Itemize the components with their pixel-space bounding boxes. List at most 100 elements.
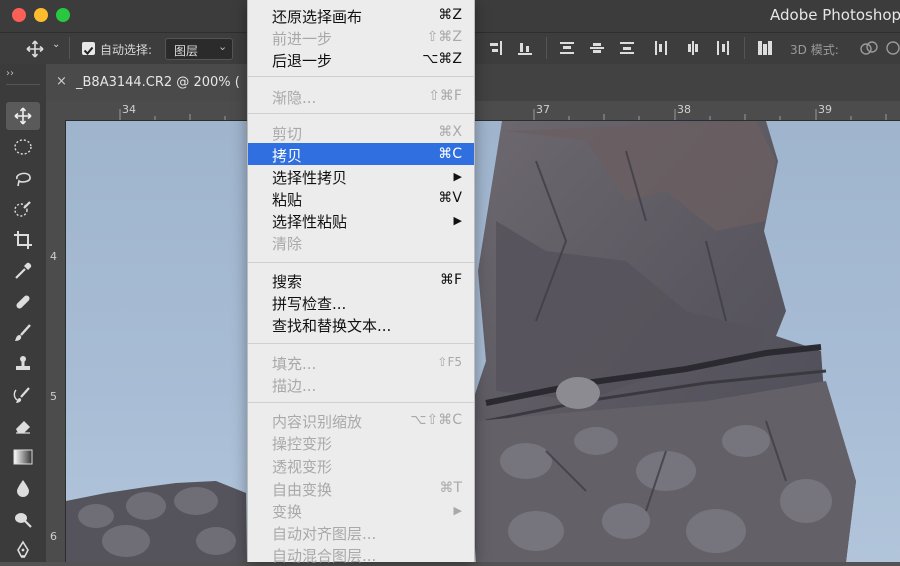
menu-item-label: 渐隐... [272, 89, 317, 107]
minimize-window-button[interactable] [34, 8, 48, 22]
close-tab-icon[interactable]: × [56, 74, 67, 89]
menu-separator [248, 113, 474, 114]
pen-icon [17, 540, 29, 558]
auto-select-label: 自动选择: [100, 43, 153, 57]
ruler-label: 5 [50, 390, 57, 403]
move-tool[interactable] [6, 102, 40, 130]
brush-icon [15, 324, 31, 341]
ruler-label: 38 [677, 103, 691, 116]
menu-item-paste[interactable]: 粘贴 ⌘V [248, 187, 474, 209]
3d-roll-icon[interactable] [884, 39, 900, 57]
menu-item-shortcut: ⌥⌘Z [422, 51, 462, 67]
menu-item-label: 还原选择画布 [272, 8, 363, 26]
healing-tool[interactable] [6, 288, 40, 316]
menu-item-shortcut: ⇧F5 [437, 355, 462, 369]
auto-select-checkbox[interactable] [82, 42, 95, 55]
align-right-icon[interactable] [488, 41, 502, 55]
menu-item-step-forward: 前进一步 ⇧⌘Z [248, 26, 474, 48]
distribute-vcenter-icon[interactable] [590, 41, 604, 55]
document-canvas[interactable] [66, 121, 900, 562]
menu-separator [248, 343, 474, 344]
menu-item-label: 粘贴 [272, 191, 303, 209]
menu-item-copy[interactable]: 拷贝 ⌘C [248, 143, 474, 165]
marquee-tool[interactable] [6, 133, 40, 161]
bandage-icon [16, 295, 30, 309]
move-icon[interactable] [26, 40, 44, 58]
menu-item-search[interactable]: 搜索 ⌘F [248, 269, 474, 291]
quick-select-icon [14, 201, 31, 217]
ellipse-marquee-icon [14, 139, 32, 155]
rock-photo [66, 121, 856, 562]
menu-item-shortcut: ⌘Z [438, 7, 462, 23]
pen-tool[interactable] [6, 536, 40, 564]
close-window-button[interactable] [12, 8, 26, 22]
history-brush-tool[interactable] [6, 381, 40, 409]
document-title: _B8A3144.CR2 @ 200% ( [76, 75, 240, 90]
menu-item-label: 剪切 [272, 125, 303, 143]
auto-select-dropdown[interactable]: 图层 ⌄ [165, 38, 233, 60]
3d-orbit-icon[interactable] [858, 39, 880, 57]
menu-item-shortcut: ⌘C [438, 146, 462, 162]
stamp-icon [16, 356, 30, 370]
menu-item-paste-special[interactable]: 选择性粘贴 ▶ [248, 209, 474, 231]
distribute-top-icon[interactable] [560, 41, 574, 55]
menu-item-label: 拼写检查... [272, 295, 347, 313]
zoom-window-button[interactable] [56, 8, 70, 22]
crop-tool[interactable] [6, 226, 40, 254]
divider [744, 37, 745, 59]
menu-item-label: 内容识别缩放 [272, 413, 363, 431]
eraser-tool[interactable] [6, 412, 40, 440]
menu-item-free-transform: 自由变换 ⌘T [248, 477, 474, 499]
history-brush-icon [13, 387, 30, 403]
quick-select-tool[interactable] [6, 195, 40, 223]
eraser-icon [16, 421, 30, 434]
menu-item-undo[interactable]: 还原选择画布 ⌘Z [248, 4, 474, 26]
vertical-ruler: 4 5 6 [46, 120, 66, 562]
submenu-arrow-icon: ▶ [453, 504, 462, 517]
menu-item-label: 清除 [272, 235, 303, 253]
divider [69, 37, 70, 59]
blur-tool[interactable] [6, 474, 40, 502]
crop-icon [14, 231, 32, 249]
tools-panel: ›› [0, 64, 47, 562]
document-tab[interactable]: × _B8A3144.CR2 @ 200% ( [46, 64, 253, 101]
collapse-panel-icon[interactable]: ›› [6, 68, 14, 79]
menu-item-label: 后退一步 [272, 52, 333, 70]
lasso-icon [16, 172, 31, 187]
tool-preset-chevron-icon[interactable]: ⌄ [52, 39, 60, 50]
menu-item-label: 查找和替换文本... [272, 317, 392, 335]
menu-item-spell-check[interactable]: 拼写检查... [248, 291, 474, 313]
gradient-tool[interactable] [6, 443, 40, 471]
align-bottom-icon[interactable] [518, 41, 532, 55]
menu-item-fade: 渐隐... ⇧⌘F [248, 85, 474, 107]
drop-icon [17, 480, 29, 497]
auto-select-value: 图层 [174, 44, 199, 58]
brush-tool[interactable] [6, 319, 40, 347]
distribute-left-icon[interactable] [654, 41, 668, 55]
menu-item-step-backward[interactable]: 后退一步 ⌥⌘Z [248, 48, 474, 70]
menu-item-puppet-warp: 操控变形 [248, 431, 474, 453]
menu-item-label: 自动混合图层... [272, 547, 377, 565]
app-title: Adobe Photoshop CC [770, 6, 900, 24]
distribute-bottom-icon[interactable] [620, 41, 634, 55]
menu-item-content-aware-scale: 内容识别缩放 ⌥⇧⌘C [248, 409, 474, 431]
menu-item-find-replace[interactable]: 查找和替换文本... [248, 313, 474, 335]
auto-align-icon[interactable] [758, 41, 772, 55]
distribute-hcenter-icon[interactable] [686, 41, 700, 55]
menu-item-copy-special[interactable]: 选择性拷贝 ▶ [248, 165, 474, 187]
menu-item-transform: 变换 ▶ [248, 499, 474, 521]
menu-separator [248, 262, 474, 263]
menu-separator [248, 402, 474, 403]
menu-item-label: 搜索 [272, 273, 303, 291]
ruler-label: 37 [536, 103, 550, 116]
dodge-tool[interactable] [6, 505, 40, 533]
distribute-right-icon[interactable] [716, 41, 730, 55]
menu-separator [248, 76, 474, 77]
stamp-tool[interactable] [6, 350, 40, 378]
checkmark-icon [83, 46, 94, 55]
lasso-tool[interactable] [6, 164, 40, 192]
eyedropper-tool[interactable] [6, 257, 40, 285]
menu-item-cut: 剪切 ⌘X [248, 121, 474, 143]
menu-item-label: 填充... [272, 355, 317, 373]
menu-item-shortcut: ⌘X [438, 124, 462, 140]
